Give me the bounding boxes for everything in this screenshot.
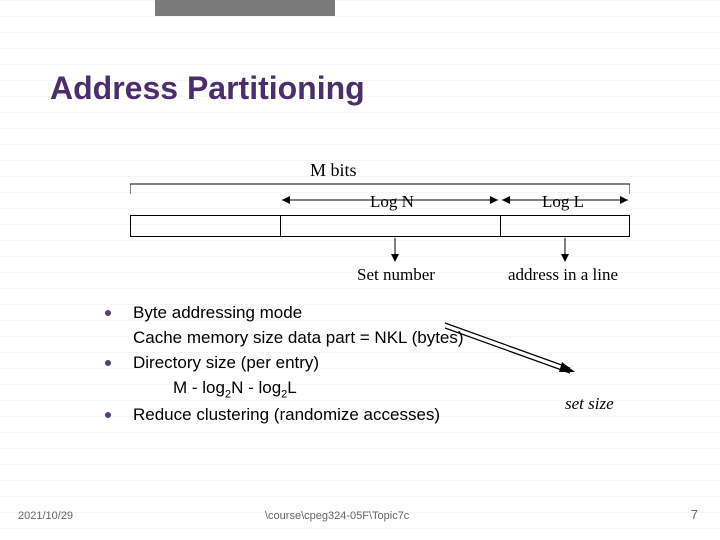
log-l-label: Log L: [542, 192, 584, 212]
set-size-annotation: set size: [565, 394, 614, 414]
set-number-label: Set number: [357, 265, 435, 285]
bullet-dot: [105, 310, 111, 316]
m-bits-label: M bits: [310, 160, 357, 181]
address-box: [130, 215, 630, 237]
address-diagram: Log N Log L Set number address in a line: [130, 180, 630, 280]
bullet-dot: [105, 412, 111, 418]
field-divider-1: [280, 215, 281, 237]
log-n-label: Log N: [370, 192, 414, 212]
page-title: Address Partitioning: [50, 70, 365, 107]
top-accent-bar: [155, 0, 335, 16]
bullet-dot: [105, 360, 111, 366]
bullet-text: Directory size (per entry): [133, 352, 319, 375]
field-divider-2: [500, 215, 501, 237]
bullet-text: Cache memory size data part = NKL (bytes…: [133, 327, 464, 350]
address-in-line-label: address in a line: [508, 265, 618, 285]
footer-path: \course\cpeg324-05F\Topic7c: [265, 510, 409, 522]
bullet-text: Byte addressing mode: [133, 302, 302, 325]
footer-page-number: 7: [691, 507, 698, 522]
bullet-text: M - log2N - log2L: [133, 377, 297, 402]
bullet-text: Reduce clustering (randomize accesses): [133, 404, 440, 427]
footer-date: 2021/10/29: [18, 510, 73, 522]
bullet-list: Byte addressing mode Cache memory size d…: [105, 302, 625, 429]
